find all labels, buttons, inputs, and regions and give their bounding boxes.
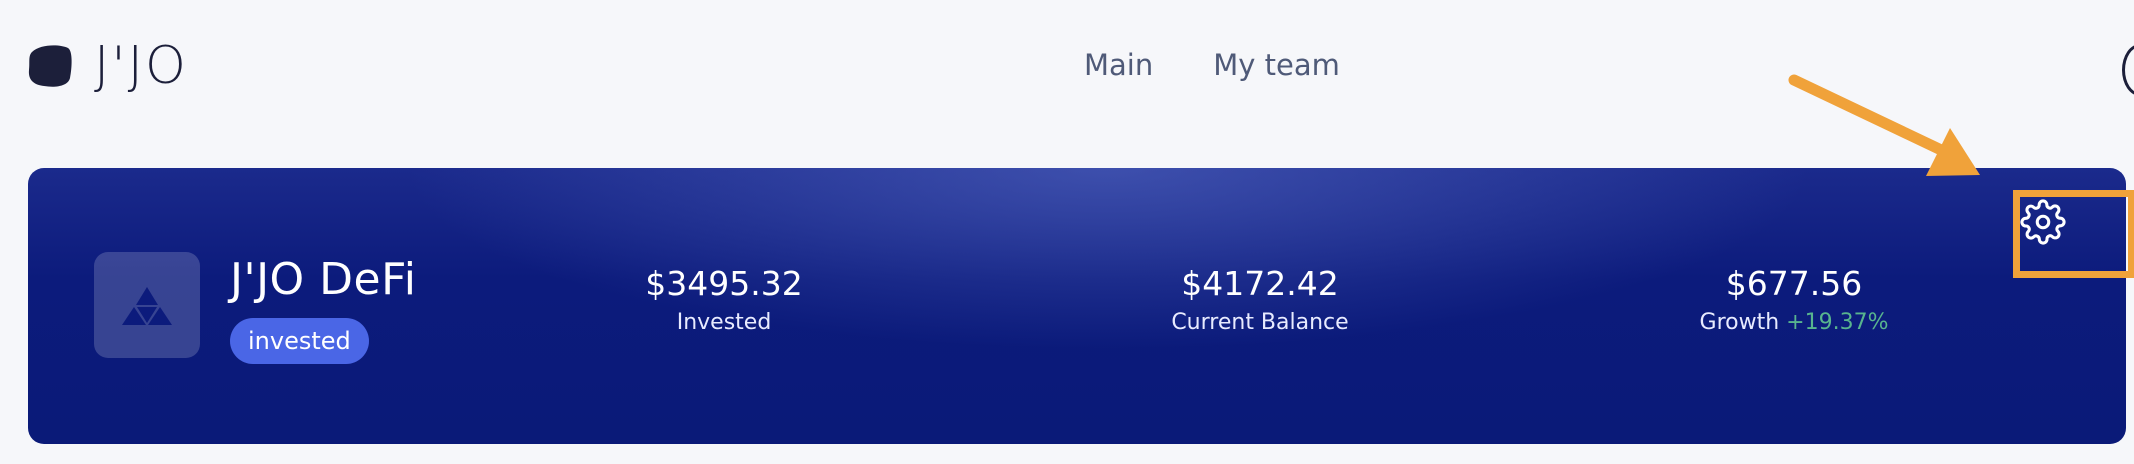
gear-icon	[2020, 199, 2066, 245]
invested-value: $3495.32	[645, 264, 803, 303]
growth-label-row: Growth +19.37%	[1624, 310, 1964, 335]
stat-invested: $3495.32 Invested	[554, 264, 894, 336]
profile-avatar[interactable]	[2122, 44, 2134, 96]
logo-mark-icon	[28, 45, 72, 87]
nav-link-my-team[interactable]: My team	[1213, 48, 1340, 82]
settings-button[interactable]	[2013, 192, 2073, 252]
growth-percent: +19.37%	[1786, 310, 1889, 336]
stat-growth: $677.56 Growth +19.37%	[1624, 264, 1964, 335]
growth-label: Growth	[1699, 310, 1780, 336]
stat-current-balance: $4172.42 Current Balance	[1090, 264, 1430, 336]
logo-text: J'JO	[94, 36, 188, 96]
nav-link-main[interactable]: Main	[1084, 48, 1153, 82]
growth-value: $677.56	[1725, 264, 1863, 303]
logo-link[interactable]: J'JO	[26, 40, 188, 92]
token-icon	[94, 252, 200, 358]
investment-card: J'JO DeFi invested $3495.32 Invested $41…	[28, 168, 2126, 444]
token-name: J'JO DeFi	[230, 254, 417, 305]
invested-label: Invested	[676, 310, 772, 336]
page: J'JO Main My team J'JO DeFi invested $34…	[0, 0, 2134, 464]
current-balance-value: $4172.42	[1181, 264, 1339, 303]
triangle-logo-icon	[122, 287, 172, 325]
current-balance-label: Current Balance	[1171, 310, 1349, 336]
status-badge: invested	[230, 318, 369, 364]
main-nav: Main My team	[1084, 48, 1340, 82]
